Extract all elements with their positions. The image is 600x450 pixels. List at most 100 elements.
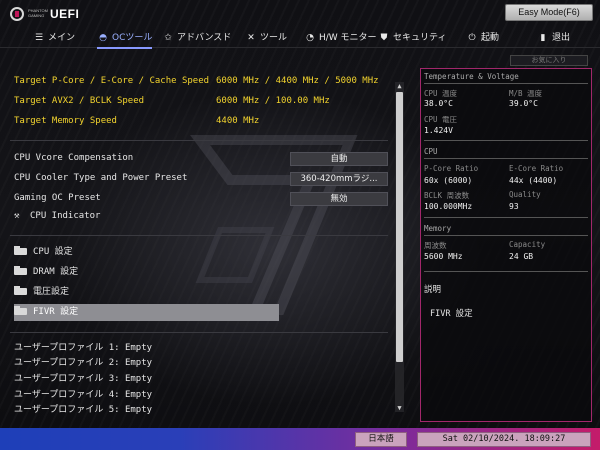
quality-label: Quality: [509, 190, 541, 199]
option-label: CPU Vcore Compensation: [14, 153, 134, 163]
favorites-button[interactable]: お気に入り: [510, 55, 588, 66]
phantom-gaming-logo-icon: [10, 7, 24, 21]
folder-label: DRAM 設定: [33, 267, 79, 277]
folder-icon: [14, 266, 27, 275]
scroll-up-arrow-icon[interactable]: ▲: [395, 82, 404, 90]
list-icon: ☰: [34, 33, 44, 43]
memory-frequency-label: 周波数: [424, 241, 447, 250]
divider: [10, 140, 388, 141]
tab-advanced[interactable]: ✩ アドバンスド: [162, 30, 231, 46]
ecore-ratio-value: 44x (4400): [509, 176, 558, 185]
mb-temp-value: 39.0°C: [509, 99, 538, 108]
option-row-cooler[interactable]: CPU Cooler Type and Power Preset: [14, 173, 187, 189]
scrollbar[interactable]: ▲ ▼: [395, 82, 404, 412]
mb-temp-label: M/B 温度: [509, 89, 543, 98]
pcore-ratio-label: P-Core Ratio: [424, 164, 479, 173]
divider: [424, 83, 588, 84]
cpu-voltage-label: CPU 電圧: [424, 115, 458, 124]
bclk-value: 100.000MHz: [424, 202, 473, 211]
folder-dram-settings[interactable]: DRAM 設定: [14, 264, 279, 281]
ecore-ratio-label: E-Core Ratio: [509, 164, 564, 173]
status-bar: 日本語 Sat 02/10/2024. 18:09:27: [0, 428, 600, 450]
star-icon: ✩: [164, 33, 172, 43]
divider: [424, 140, 588, 141]
option-label: CPU Indicator: [30, 211, 101, 221]
monitor-gauge-icon: ◔: [306, 33, 314, 43]
exit-icon: ▮: [540, 33, 546, 43]
folder-cpu-settings[interactable]: CPU 設定: [14, 244, 279, 261]
power-icon: ⏻: [468, 33, 476, 43]
cpu-temp-label: CPU 温度: [424, 89, 458, 98]
divider: [424, 271, 588, 272]
folder-icon: [14, 246, 27, 255]
cpu-indicator-row[interactable]: ⚒ CPU Indicator: [14, 211, 100, 227]
scroll-down-arrow-icon[interactable]: ▼: [395, 404, 404, 412]
user-profile-item[interactable]: ユーザープロファイル 2: Empty: [14, 355, 152, 369]
memory-capacity-label: Capacity: [509, 240, 546, 249]
target-label: Target P-Core / E-Core / Cache Speed: [14, 76, 210, 86]
tab-oc-tools[interactable]: ◓ OCツール: [97, 30, 153, 49]
folder-icon: [14, 286, 27, 295]
description-text: FIVR 設定: [430, 309, 473, 319]
speedometer-icon: ◓: [99, 33, 107, 43]
option-row-gaming-oc[interactable]: Gaming OC Preset: [14, 193, 101, 209]
panel-title: Temperature & Voltage: [424, 72, 519, 81]
user-profile-item[interactable]: ユーザープロファイル 5: Empty: [14, 402, 152, 416]
divider: [424, 158, 588, 159]
folder-label: FIVR 設定: [33, 307, 79, 317]
option-label: Gaming OC Preset: [14, 193, 101, 203]
oc-tools-panel: Target P-Core / E-Core / Cache Speed 600…: [10, 70, 405, 420]
tab-label: OCツール: [112, 33, 153, 43]
folder-fivr-settings[interactable]: FIVR 設定: [14, 304, 279, 321]
main-nav: ☰ メイン ◓ OCツール ✩ アドバンスド ✕ ツール ◔ H/W モニター ⛊ セキュリ…: [0, 26, 600, 49]
shield-icon: ⛊: [380, 33, 388, 43]
scrollbar-thumb[interactable]: [396, 92, 403, 362]
divider: [424, 217, 588, 218]
tab-boot[interactable]: ⏻ 起動: [466, 30, 499, 46]
tab-label: ツール: [260, 33, 288, 43]
divider: [10, 332, 388, 333]
memory-frequency-value: 5600 MHz: [424, 252, 463, 261]
tab-hw-monitor[interactable]: ◔ H/W モニター: [304, 30, 377, 46]
tab-label: 起動: [481, 33, 500, 43]
cooler-preset-select[interactable]: 360-420mmラジ...: [290, 172, 388, 186]
user-profile-item[interactable]: ユーザープロファイル 4: Empty: [14, 387, 152, 401]
quality-value: 93: [509, 202, 519, 211]
tab-label: アドバンスド: [177, 33, 232, 43]
target-avx2-row: Target AVX2 / BCLK Speed 6000 MHz / 100.…: [14, 96, 330, 110]
user-profile-item[interactable]: ユーザープロファイル 3: Empty: [14, 371, 152, 385]
cpu-voltage-value: 1.424V: [424, 126, 453, 135]
memory-section-title: Memory: [424, 224, 452, 233]
language-button[interactable]: 日本語: [355, 432, 407, 447]
tab-tools[interactable]: ✕ ツール: [245, 30, 287, 46]
target-label: Target AVX2 / BCLK Speed: [14, 96, 145, 106]
gaming-oc-preset-select[interactable]: 無効: [290, 192, 388, 206]
tab-main[interactable]: ☰ メイン: [33, 30, 75, 46]
target-value: 6000 MHz / 100.00 MHz: [216, 96, 330, 106]
tab-label: 退出: [552, 33, 571, 43]
bclk-label: BCLK 周波数: [424, 191, 470, 200]
option-row-vcore[interactable]: CPU Vcore Compensation: [14, 153, 133, 169]
cpu-temp-value: 38.0°C: [424, 99, 453, 108]
brand-small-text: PHANTOM GAMING: [28, 8, 48, 18]
divider: [10, 235, 388, 236]
folder-voltage-settings[interactable]: 電圧設定: [14, 284, 279, 301]
info-panel: Temperature & Voltage CPU 温度 38.0°C M/B …: [420, 68, 592, 422]
easy-mode-button[interactable]: Easy Mode(F6): [505, 4, 593, 21]
brand-logo: PHANTOM GAMING UEFI: [10, 7, 90, 23]
target-memory-row: Target Memory Speed 4400 MHz: [14, 116, 259, 130]
brand-title: UEFI: [50, 7, 80, 21]
folder-label: 電圧設定: [33, 287, 70, 297]
target-label: Target Memory Speed: [14, 116, 117, 126]
target-value: 4400 MHz: [216, 116, 260, 126]
tab-label: セキュリティ: [393, 33, 447, 43]
tab-label: メイン: [48, 33, 76, 43]
tab-security[interactable]: ⛊ セキュリティ: [378, 30, 447, 46]
tab-exit[interactable]: ▮ 退出: [537, 30, 571, 46]
user-profile-item[interactable]: ユーザープロファイル 1: Empty: [14, 340, 152, 354]
divider: [424, 235, 588, 236]
folder-label: CPU 設定: [33, 247, 73, 257]
vcore-compensation-select[interactable]: 自動: [290, 152, 388, 166]
datetime-display[interactable]: Sat 02/10/2024. 18:09:27: [417, 432, 591, 447]
tab-label: H/W モニター: [319, 33, 377, 43]
